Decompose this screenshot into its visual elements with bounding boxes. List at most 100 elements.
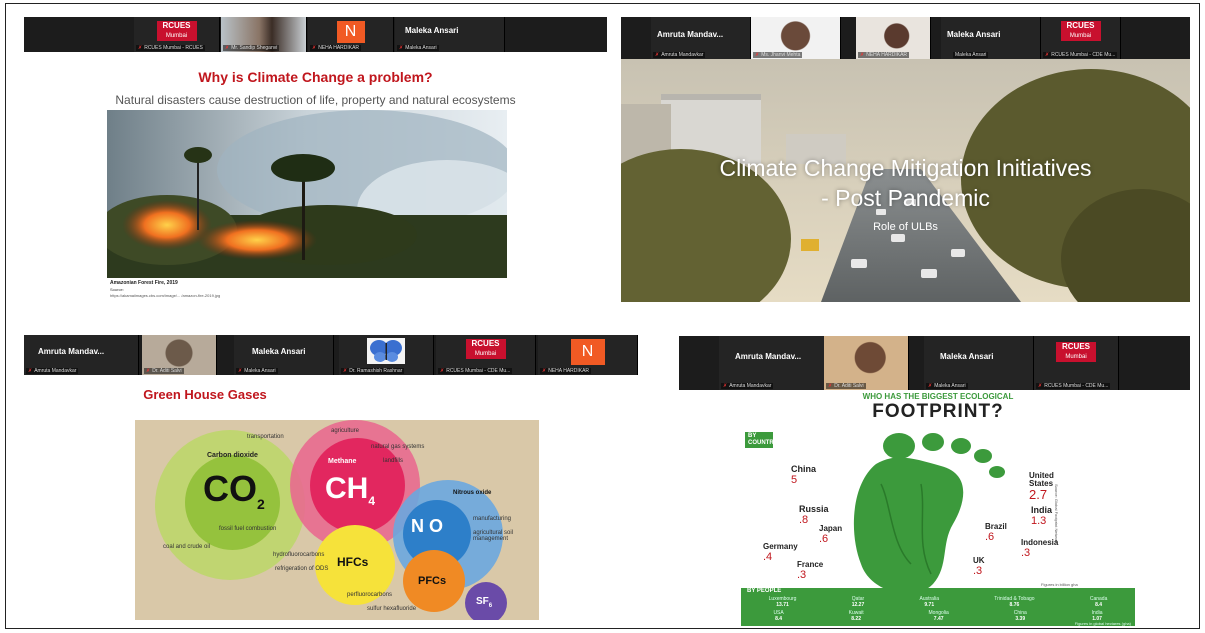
label-landfills: landfills xyxy=(383,458,404,464)
participant-caption: ✗ Dr. Aditi Salvi xyxy=(826,383,866,389)
label-coal: coal and crude oil xyxy=(163,544,211,550)
people-item: USA 8.4 xyxy=(773,610,784,622)
participant-tile[interactable]: N ✗ NEHA HARDIKAR xyxy=(308,17,394,52)
co2-formula: CO2 xyxy=(203,468,265,513)
heading-small: WHO HAS THE BIGGEST ECOLOGICAL xyxy=(862,392,1014,401)
participant-caption: ✗ RCUES Mumbai - CDE Mu... xyxy=(438,368,513,374)
participant-tile[interactable]: N ✗ NEHA HARDIKAR xyxy=(538,335,638,375)
hfc-label: HFCs xyxy=(337,555,369,569)
rcues-logo: RCUES Mumbai xyxy=(1056,342,1096,362)
people-item: Canada 8.4 xyxy=(1089,596,1108,608)
people-item: China 3.39 xyxy=(1013,610,1027,622)
figures-note: Figures in billion gha xyxy=(1041,582,1078,587)
zoom-participant-bar: Amruta Mandav... ✗ Amruta Mandavkar ✗ Dr. … xyxy=(679,336,1190,390)
photo-source-label: Source: xyxy=(110,287,124,292)
people-item: Kuwait 8.22 xyxy=(848,610,864,622)
butterfly-avatar xyxy=(367,338,405,364)
country-japan: Japan .6 xyxy=(819,524,843,545)
country-india: India 1.3 xyxy=(1031,505,1053,527)
participant-tile[interactable]: ✗ NEHA HARDIKAR xyxy=(856,17,931,59)
participant-tile[interactable]: ✗ Dr. Aditi Salvi xyxy=(824,336,909,390)
participant-tile[interactable]: Maleka Ansari ✗ Maleka Ansari xyxy=(395,17,505,52)
slide-title-line1: Climate Change Mitigation Initiatives xyxy=(719,155,1092,181)
participant-tile[interactable]: ✗ Dr. Aditi Salvi xyxy=(142,335,217,375)
zoom-participant-bar: RCUES Mumbai ✗ RCUES Mumbai - RCUES ✗ Mr. S… xyxy=(24,17,607,52)
participant-caption: ✗ Amruta Mandavkar xyxy=(653,52,706,58)
participant-name: Maleka Ansari xyxy=(940,352,994,361)
participant-tile[interactable]: Maleka Ansari ✗ Maleka Ansari xyxy=(924,336,1034,390)
rcues-logo: RCUES Mumbai xyxy=(156,21,197,41)
country-germany: Germany .4 xyxy=(763,542,798,563)
panel-greenhouse-gases: Amruta Mandav... ✗ Amruta Mandavkar ✗ Dr. … xyxy=(24,335,638,625)
participant-tile[interactable]: Maleka Ansari Maleka Ansari xyxy=(941,17,1041,59)
country-uk: UK .3 xyxy=(973,556,985,577)
by-people-band: BY PEOPLE Luxembourg 13.71 Qatar 12.27 Aus… xyxy=(741,588,1135,626)
label-perfluorocarbons: perfluorocarbons xyxy=(347,592,393,598)
participant-tile[interactable]: ✗ Dr. Ramashish Rashnar xyxy=(339,335,434,375)
participant-caption: ✗ Dr. Ramashish Rashnar xyxy=(341,368,405,374)
participant-name: Amruta Mandav... xyxy=(657,30,724,39)
footprint-graphic xyxy=(853,433,1005,594)
country-france: France .3 xyxy=(797,560,824,581)
heading-big: FOOTPRINT? xyxy=(872,401,1004,422)
participant-tile[interactable]: RCUES Mumbai ✗ RCUES Mumbai - CDE Mu... xyxy=(436,335,536,375)
slide-subtitle: Natural disasters cause destruction of l… xyxy=(115,93,516,107)
label-sulfur: sulfur hexafluoride xyxy=(367,606,417,612)
people-item: Trinidad & Tobago 8.76 xyxy=(994,596,1035,608)
participant-tile[interactable]: Amruta Mandav... ✗ Amruta Mandavkar xyxy=(719,336,829,390)
label-natural-gas: natural gas systems xyxy=(371,444,425,450)
n2o-name: Nitrous oxide xyxy=(453,490,492,496)
n-avatar: N xyxy=(336,21,365,43)
slide-subtitle: Role of ULBs xyxy=(873,221,938,233)
panel-climate-problem: RCUES Mumbai ✗ RCUES Mumbai - RCUES ✗ Mr. S… xyxy=(24,17,607,307)
label-agriculture: agriculture xyxy=(331,428,360,434)
slide-title: Why is Climate Change a problem? xyxy=(198,69,433,85)
panel-ecological-footprint: Amruta Mandav... ✗ Amruta Mandavkar ✗ Dr. … xyxy=(679,336,1190,626)
participant-caption: ✗ Amruta Mandavkar xyxy=(721,383,774,389)
people-item: Australia 9.71 xyxy=(919,596,939,608)
participant-caption: ✗ Dr. Aditi Salvi xyxy=(144,368,184,374)
participant-tile[interactable]: RCUES Mumbai ✗ RCUES Mumbai - CDE Mu... xyxy=(1034,336,1119,390)
participant-tile[interactable]: ✗ Ms. Jhanvi Mehta xyxy=(751,17,841,59)
zoom-participant-bar: Amruta Mandav... ✗ Amruta Mandavkar ✗ Ms. … xyxy=(621,17,1190,59)
label-agricultural-soil: agricultural soil management xyxy=(473,530,514,542)
footprint-infographic: WHO HAS THE BIGGEST ECOLOGICAL FOOTPRINT… xyxy=(741,392,1135,626)
n-avatar: N xyxy=(570,339,605,365)
pfc-label: PFCs xyxy=(418,575,447,587)
country-united-states: United States 2.7 xyxy=(1029,471,1054,502)
country-indonesia: Indonesia .3 xyxy=(1021,538,1059,559)
people-note: Figures in global hectares (gha) xyxy=(1074,621,1131,626)
n2o-formula: N O xyxy=(411,516,444,536)
country-russia: Russia .8 xyxy=(799,504,829,526)
participant-tile[interactable]: RCUES Mumbai ✗ RCUES Mumbai - CDE Mu... xyxy=(1041,17,1121,59)
participant-tile[interactable]: Amruta Mandav... ✗ Amruta Mandavkar xyxy=(24,335,139,375)
participant-name: Maleka Ansari xyxy=(252,347,306,356)
participant-tile[interactable]: Maleka Ansari ✗ Maleka Ansari xyxy=(234,335,334,375)
participant-tile[interactable]: ✗ Mr. Sandip Sheganvi xyxy=(221,17,307,52)
label-fossil-fuel: fossil fuel combustion xyxy=(219,526,277,532)
label-refrigeration: refrigeration of ODS xyxy=(275,566,329,572)
rcues-logo: RCUES Mumbai xyxy=(465,339,506,359)
co2-name: Carbon dioxide xyxy=(207,452,258,459)
participant-caption: Maleka Ansari xyxy=(953,52,989,58)
rcues-logo: RCUES Mumbai xyxy=(1060,21,1101,41)
participant-caption: ✗ RCUES Mumbai - RCUES xyxy=(136,45,205,51)
participant-caption: ✗ RCUES Mumbai - CDE Mu... xyxy=(1036,383,1111,389)
ch4-name: Methane xyxy=(328,458,357,465)
by-people-label: BY PEOPLE xyxy=(747,588,782,594)
people-item: Qatar 12.27 xyxy=(851,596,865,608)
participant-caption: ✗ NEHA HARDIKAR xyxy=(858,52,910,58)
participant-name: Amruta Mandav... xyxy=(735,352,802,361)
label-manufacturing: manufacturing xyxy=(473,516,512,522)
participant-caption: ✗ Amruta Mandavkar xyxy=(26,368,79,374)
participant-tile[interactable]: Amruta Mandav... ✗ Amruta Mandavkar xyxy=(651,17,751,59)
country-brazil: Brazil .6 xyxy=(985,522,1007,543)
participant-caption: ✗ NEHA HARDIKAR xyxy=(540,368,592,374)
participant-video xyxy=(824,336,908,390)
by-country-badge: BY COUNTRY xyxy=(745,432,777,448)
participant-caption: ✗ Mr. Sandip Sheganvi xyxy=(223,45,280,51)
slide-title: Green House Gases xyxy=(143,387,267,402)
participant-tile[interactable]: RCUES Mumbai ✗ RCUES Mumbai - RCUES xyxy=(134,17,220,52)
ch4-formula: CH4 xyxy=(325,472,376,508)
participant-name: Maleka Ansari xyxy=(947,30,1001,39)
